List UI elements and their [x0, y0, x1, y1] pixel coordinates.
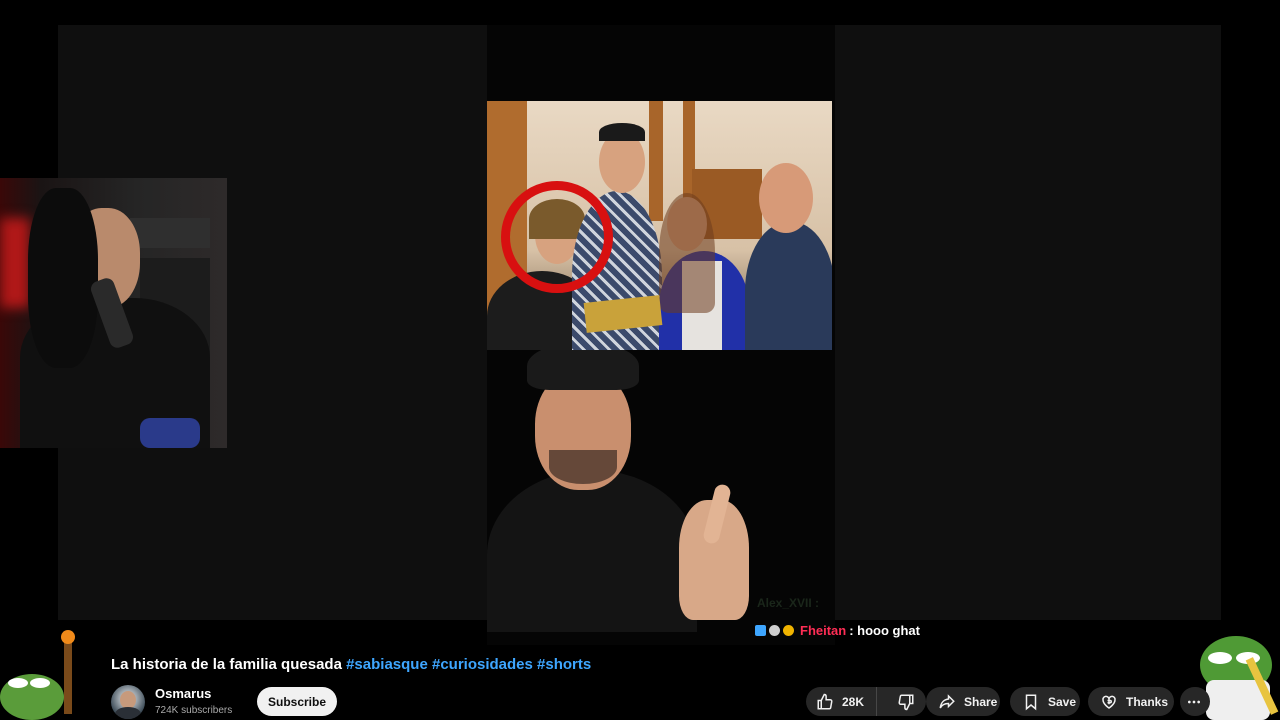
channel-avatar[interactable]: [111, 685, 145, 719]
like-dislike-group: 28K: [806, 687, 926, 716]
like-button[interactable]: 28K: [806, 687, 878, 716]
hashtag-link[interactable]: #shorts: [537, 656, 591, 673]
chat-username[interactable]: Fheitan: [800, 623, 846, 638]
more-actions-button[interactable]: [1180, 687, 1210, 716]
save-button[interactable]: Save: [1010, 687, 1080, 716]
hashtag-link[interactable]: #sabiasque: [346, 656, 428, 673]
video-title-row: La historia de la familia quesada #sabia…: [111, 656, 591, 673]
save-label: Save: [1048, 694, 1077, 709]
thanks-label: Thanks: [1126, 694, 1169, 709]
highlight-circle: [501, 181, 613, 293]
subscribe-button[interactable]: Subscribe: [257, 687, 337, 716]
chat-ghost-message: Alex_XVII :: [757, 596, 820, 610]
streamer-webcam: [0, 178, 227, 448]
family-photo: [487, 101, 832, 350]
presenter-video: [487, 350, 832, 632]
hashtag-link[interactable]: #curiosidades: [432, 656, 533, 673]
thumbs-up-icon: [816, 693, 834, 711]
thumbs-down-icon: [897, 693, 915, 711]
badge-icon: [755, 624, 766, 636]
channel-name[interactable]: Osmarus: [155, 686, 211, 701]
like-count: 28K: [842, 694, 865, 709]
chat-text: : hooo ghat: [849, 622, 920, 638]
coin-badge-icon: [783, 624, 794, 636]
pepe-emote-left: [0, 630, 75, 720]
more-horizontal-icon: [1186, 694, 1202, 710]
thanks-button[interactable]: Thanks: [1088, 687, 1174, 716]
share-icon: [938, 693, 956, 711]
share-label: Share: [964, 694, 998, 709]
avatar-badge-icon: [769, 624, 780, 636]
subscriber-count: 724K subscribers: [155, 705, 233, 716]
dislike-button[interactable]: [885, 687, 926, 716]
share-button[interactable]: Share: [926, 687, 1000, 716]
thanks-heart-icon: [1100, 693, 1118, 711]
bookmark-icon: [1022, 693, 1040, 711]
chat-message: Fheitan : hooo ghat: [755, 620, 920, 640]
video-title: La historia de la familia quesada: [111, 656, 342, 673]
